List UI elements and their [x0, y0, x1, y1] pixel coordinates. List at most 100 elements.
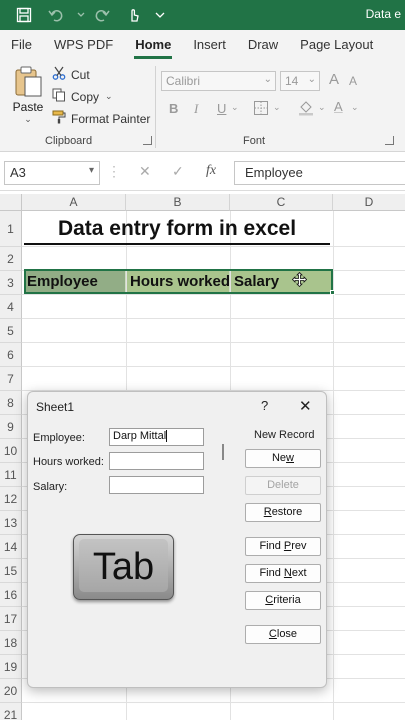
row-header-15[interactable]: 15	[0, 559, 22, 583]
name-box[interactable]: A3 ▾	[4, 161, 100, 185]
font-size-dropdown[interactable]: 14 ⌄	[280, 71, 320, 91]
bold-button[interactable]: B	[169, 101, 178, 116]
column-header-b[interactable]: B	[126, 194, 230, 211]
new-button[interactable]: New	[245, 449, 321, 468]
row-header-2[interactable]: 2	[0, 247, 22, 271]
touch-mode-icon[interactable]	[122, 0, 146, 30]
font-family-dropdown[interactable]: Calibri ⌄	[161, 71, 276, 91]
row-header-11[interactable]: 11	[0, 463, 22, 487]
formula-input[interactable]: Employee	[234, 161, 405, 185]
close-button[interactable]: Close	[245, 625, 321, 644]
criteria-button[interactable]: Criteria	[245, 591, 321, 610]
row-header-7[interactable]: 7	[0, 367, 22, 391]
column-header-d[interactable]: D	[333, 194, 405, 211]
row-header-20[interactable]: 20	[0, 679, 22, 703]
increase-font-size-button[interactable]: A	[329, 71, 339, 88]
record-scrollbar[interactable]	[222, 444, 224, 460]
sheet-title-cell[interactable]: Data entry form in excel	[24, 213, 330, 245]
cell-a3[interactable]: Employee	[24, 270, 126, 293]
row-header-6[interactable]: 6	[0, 343, 22, 367]
cut-label: Cut	[71, 67, 90, 82]
dialog-title: Sheet1	[36, 400, 75, 414]
tab-file[interactable]: File	[0, 30, 43, 60]
chevron-down-icon[interactable]: ⌄	[10, 114, 46, 125]
record-status: New Record	[254, 429, 315, 441]
row-header-19[interactable]: 19	[0, 655, 22, 679]
chevron-down-icon: ⌄	[307, 74, 316, 85]
enter-icon[interactable]: ✓	[172, 163, 184, 180]
text-caret	[166, 430, 168, 443]
gridline	[22, 294, 405, 295]
move-cursor-icon	[291, 271, 308, 292]
fill-color-icon[interactable]	[298, 100, 314, 119]
group-separator	[155, 66, 156, 148]
format-painter-button[interactable]: Format Painter	[52, 110, 150, 127]
italic-button[interactable]: I	[194, 101, 198, 117]
column-header-a[interactable]: A	[22, 194, 126, 211]
cancel-icon[interactable]: ✕	[139, 163, 151, 180]
clipboard-dialog-launcher-icon[interactable]	[143, 136, 152, 145]
underline-button[interactable]: U	[217, 101, 226, 116]
font-color-button[interactable]: A	[334, 99, 343, 114]
employee-field[interactable]: Darp Mittal	[109, 428, 204, 446]
help-button[interactable]: ?	[261, 398, 268, 413]
salary-field[interactable]	[109, 476, 204, 494]
select-all-corner[interactable]	[0, 194, 22, 211]
employee-label: Employee:	[33, 432, 85, 444]
chevron-down-icon[interactable]: ▾	[89, 165, 94, 176]
decrease-font-size-button[interactable]: A	[349, 74, 357, 88]
find-prev-button[interactable]: Find Prev	[245, 537, 321, 556]
row-header-8[interactable]: 8	[0, 391, 22, 415]
cut-button[interactable]: Cut	[52, 66, 90, 83]
hours-worked-field[interactable]	[109, 452, 204, 470]
tab-wps-pdf[interactable]: WPS PDF	[43, 30, 124, 60]
customize-toolbar-icon[interactable]	[154, 0, 166, 30]
restore-button[interactable]: Restore	[245, 503, 321, 522]
row-header-3[interactable]: 3	[0, 271, 22, 295]
tab-draw[interactable]: Draw	[237, 30, 289, 60]
row-header-1[interactable]: 1	[0, 211, 22, 247]
row-header-10[interactable]: 10	[0, 439, 22, 463]
row-header-9[interactable]: 9	[0, 415, 22, 439]
row-header-13[interactable]: 13	[0, 511, 22, 535]
copy-label: Copy	[71, 89, 100, 104]
row-header-21[interactable]: 21	[0, 703, 22, 720]
copy-button[interactable]: Copy ⌄	[52, 88, 113, 105]
row-header-17[interactable]: 17	[0, 607, 22, 631]
paste-button[interactable]: Paste ⌄	[10, 66, 46, 125]
borders-icon[interactable]	[253, 100, 269, 119]
undo-icon[interactable]	[44, 0, 68, 30]
chevron-down-icon[interactable]	[76, 0, 86, 30]
row-header-18[interactable]: 18	[0, 631, 22, 655]
save-icon[interactable]	[12, 0, 36, 30]
row-header-14[interactable]: 14	[0, 535, 22, 559]
hours-worked-label: Hours worked:	[33, 456, 104, 468]
tab-page-layout[interactable]: Page Layout	[289, 30, 384, 60]
fill-handle[interactable]	[330, 290, 335, 295]
cell-c3[interactable]: Salary	[231, 270, 332, 293]
delete-button[interactable]: Delete	[245, 476, 321, 495]
more-options-icon[interactable]: ⋮	[107, 163, 121, 180]
clipboard-group-label: Clipboard	[45, 135, 93, 147]
row-header-4[interactable]: 4	[0, 295, 22, 319]
row-header-12[interactable]: 12	[0, 487, 22, 511]
redo-icon[interactable]	[90, 0, 114, 30]
row-header-16[interactable]: 16	[0, 583, 22, 607]
chevron-down-icon[interactable]: ⌄	[351, 102, 359, 113]
close-icon[interactable]: ✕	[299, 397, 312, 415]
chevron-down-icon[interactable]: ⌄	[318, 102, 326, 113]
excel-window: Data e File WPS PDF Home Insert Draw Pag…	[0, 0, 405, 720]
chevron-down-icon[interactable]: ⌄	[105, 91, 113, 102]
row-header-5[interactable]: 5	[0, 319, 22, 343]
chevron-down-icon[interactable]: ⌄	[273, 102, 281, 113]
insert-function-icon[interactable]: fx	[206, 163, 216, 179]
find-next-button[interactable]: Find Next	[245, 564, 321, 583]
chevron-down-icon[interactable]: ⌄	[231, 102, 239, 113]
tab-home[interactable]: Home	[124, 30, 182, 60]
ribbon-tabs: File WPS PDF Home Insert Draw Page Layou…	[0, 30, 405, 60]
cell-b3[interactable]: Hours worked	[127, 270, 230, 293]
font-dialog-launcher-icon[interactable]	[385, 136, 394, 145]
column-header-c[interactable]: C	[230, 194, 333, 211]
font-family-value: Calibri	[166, 74, 201, 88]
tab-insert[interactable]: Insert	[182, 30, 237, 60]
